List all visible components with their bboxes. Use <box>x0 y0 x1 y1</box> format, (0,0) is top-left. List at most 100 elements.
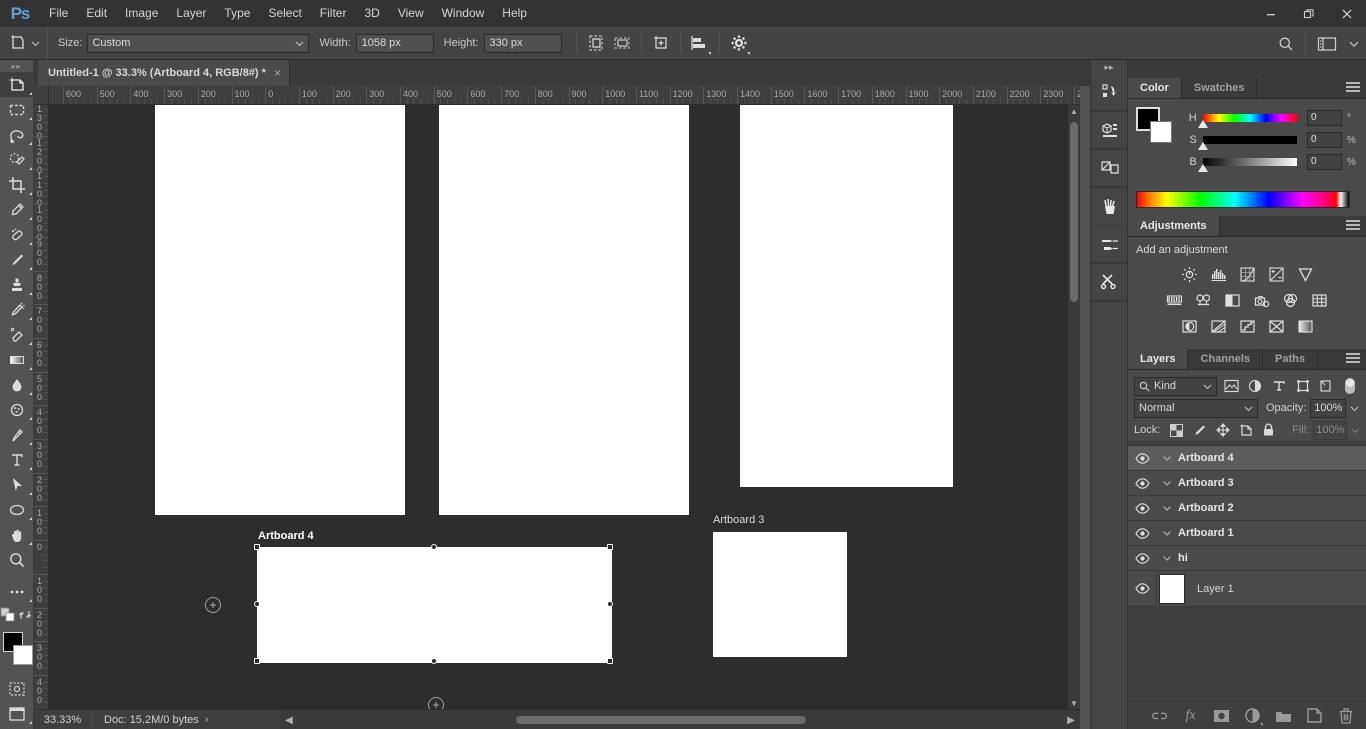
layer-row[interactable]: Artboard 1 <box>1128 521 1366 546</box>
color-swatches[interactable] <box>0 630 34 670</box>
saturation-input[interactable]: 0 <box>1307 132 1342 148</box>
layer-row[interactable]: Artboard 2 <box>1128 496 1366 521</box>
brightness-input[interactable]: 0 <box>1307 154 1342 170</box>
document-tab[interactable]: Untitled-1 @ 33.3% (Artboard 4, RGB/8#) … <box>38 60 290 86</box>
minimize-button[interactable] <box>1252 0 1290 27</box>
artboard-crop-icon[interactable] <box>609 30 635 56</box>
ruler-corner[interactable] <box>34 86 49 105</box>
channel-mixer-adjustment-icon[interactable] <box>1282 291 1300 309</box>
saturation-slider[interactable] <box>1197 136 1298 150</box>
artboard-3[interactable] <box>713 532 847 657</box>
menu-file[interactable]: File <box>40 0 77 27</box>
chevron-down-icon[interactable] <box>1156 553 1178 563</box>
eye-icon[interactable] <box>1128 583 1156 594</box>
eye-icon[interactable] <box>1128 527 1156 539</box>
transform-handle[interactable] <box>607 658 613 664</box>
background-color-swatch[interactable] <box>13 645 33 665</box>
transform-handle[interactable] <box>254 601 260 607</box>
rectangular-marquee-tool[interactable] <box>0 97 34 122</box>
exposure-adjustment-icon[interactable] <box>1267 265 1285 283</box>
tab-swatches[interactable]: Swatches <box>1181 78 1258 98</box>
quick-mask-mode-icon[interactable] <box>0 676 34 701</box>
hue-input[interactable]: 0 <box>1307 110 1342 126</box>
screen-mode-icon[interactable] <box>0 701 34 726</box>
add-layer-mask-icon[interactable] <box>1213 707 1230 724</box>
filter-enable-toggle[interactable] <box>1340 377 1360 396</box>
eyedropper-tool[interactable] <box>0 197 34 222</box>
menu-edit[interactable]: Edit <box>77 0 116 27</box>
dodge-tool[interactable] <box>0 397 34 422</box>
layer-comps-panel-icon[interactable] <box>1091 150 1129 188</box>
clone-stamp-tool[interactable] <box>0 272 34 297</box>
path-selection-tool[interactable] <box>0 472 34 497</box>
collapse-panels-icon[interactable]: ▸▸ <box>1091 60 1127 74</box>
layer-filter-kind-select[interactable]: Kind <box>1134 376 1218 396</box>
levels-adjustment-icon[interactable] <box>1209 265 1227 283</box>
transform-handle[interactable] <box>430 544 437 550</box>
size-select[interactable]: Custom <box>87 33 310 53</box>
canvas-vertical-scrollbar[interactable]: ▲ ▼ <box>1068 105 1080 709</box>
workspace-chevron-icon[interactable] <box>1342 31 1366 57</box>
zoom-level[interactable]: 33.33% <box>34 713 92 726</box>
lock-transparent-pixels-icon[interactable] <box>1167 421 1186 439</box>
toolbar-grip-icon[interactable]: ▸▸ <box>0 60 33 72</box>
photo-filter-adjustment-icon[interactable] <box>1253 291 1271 309</box>
fill-input[interactable]: 100% <box>1313 420 1348 440</box>
menu-window[interactable]: Window <box>433 0 494 27</box>
black-white-adjustment-icon[interactable] <box>1224 291 1242 309</box>
hue-slider[interactable] <box>1197 114 1298 128</box>
edit-toolbar-ellipsis[interactable] <box>0 579 34 604</box>
lock-position-icon[interactable] <box>1213 421 1232 439</box>
artboard-label[interactable]: Artboard 3 <box>713 514 764 526</box>
background-color-swatch[interactable] <box>1150 121 1172 143</box>
transform-handle[interactable] <box>607 601 613 607</box>
invert-adjustment-icon[interactable] <box>1180 317 1198 335</box>
transform-handle[interactable] <box>607 544 613 550</box>
brush-tool[interactable] <box>0 247 34 272</box>
opacity-input[interactable]: 100% <box>1310 398 1347 418</box>
eye-icon[interactable] <box>1128 552 1156 564</box>
vibrance-adjustment-icon[interactable] <box>1296 265 1314 283</box>
layer-row[interactable]: Artboard 3 <box>1128 471 1366 496</box>
swap-colors-icon[interactable] <box>17 604 34 626</box>
eraser-tool[interactable] <box>0 322 34 347</box>
brightness-slider-knob[interactable] <box>1197 164 1208 172</box>
close-button[interactable] <box>1328 0 1366 27</box>
artboard-3-top[interactable] <box>740 105 953 487</box>
lock-image-pixels-icon[interactable] <box>1190 421 1209 439</box>
gradient-map-adjustment-icon[interactable] <box>1296 317 1314 335</box>
settings-gear-icon[interactable] <box>726 30 752 56</box>
tab-color[interactable]: Color <box>1128 78 1182 98</box>
add-artboard-bottom-button[interactable]: + <box>428 697 444 709</box>
menu-image[interactable]: Image <box>116 0 167 27</box>
brush-panel-icon[interactable] <box>1091 188 1129 226</box>
new-group-icon[interactable] <box>1275 707 1292 724</box>
crop-tool[interactable] <box>0 172 34 197</box>
layer-thumbnail[interactable] <box>1159 573 1185 604</box>
menu-help[interactable]: Help <box>493 0 536 27</box>
transform-handle[interactable] <box>254 658 260 664</box>
threshold-adjustment-icon[interactable] <box>1238 317 1256 335</box>
vertical-scroll-thumb[interactable] <box>1070 122 1078 302</box>
filter-smart-objects-icon[interactable] <box>1316 377 1336 396</box>
new-fill-adjustment-layer-icon[interactable] <box>1244 707 1263 726</box>
menu-select[interactable]: Select <box>259 0 310 27</box>
eye-icon[interactable] <box>1128 502 1156 514</box>
horizontal-ruler[interactable]: 600 500 400 300 200 100 0 100 200 300 400 500 600 700… <box>49 86 1080 105</box>
transform-handle[interactable] <box>430 658 437 664</box>
artboard-4[interactable] <box>258 548 611 662</box>
opacity-chevron-down-icon[interactable] <box>1350 404 1359 413</box>
new-artboard-from-selection-icon[interactable] <box>583 30 609 56</box>
horizontal-scroll-thumb[interactable] <box>516 716 806 724</box>
quick-selection-tool[interactable] <box>0 147 34 172</box>
add-artboard-icon[interactable] <box>648 30 674 56</box>
history-brush-tool[interactable] <box>0 297 34 322</box>
menu-layer[interactable]: Layer <box>167 0 215 27</box>
artboard-move-tool[interactable] <box>0 72 34 97</box>
hue-saturation-adjustment-icon[interactable] <box>1166 291 1184 309</box>
gradient-tool[interactable] <box>0 347 34 372</box>
scroll-right-icon[interactable]: ▶ <box>1062 710 1080 729</box>
color-panel-menu-icon[interactable] <box>1346 82 1360 94</box>
color-spectrum-ramp[interactable] <box>1136 191 1350 208</box>
brush-presets-panel-icon[interactable] <box>1091 226 1129 264</box>
